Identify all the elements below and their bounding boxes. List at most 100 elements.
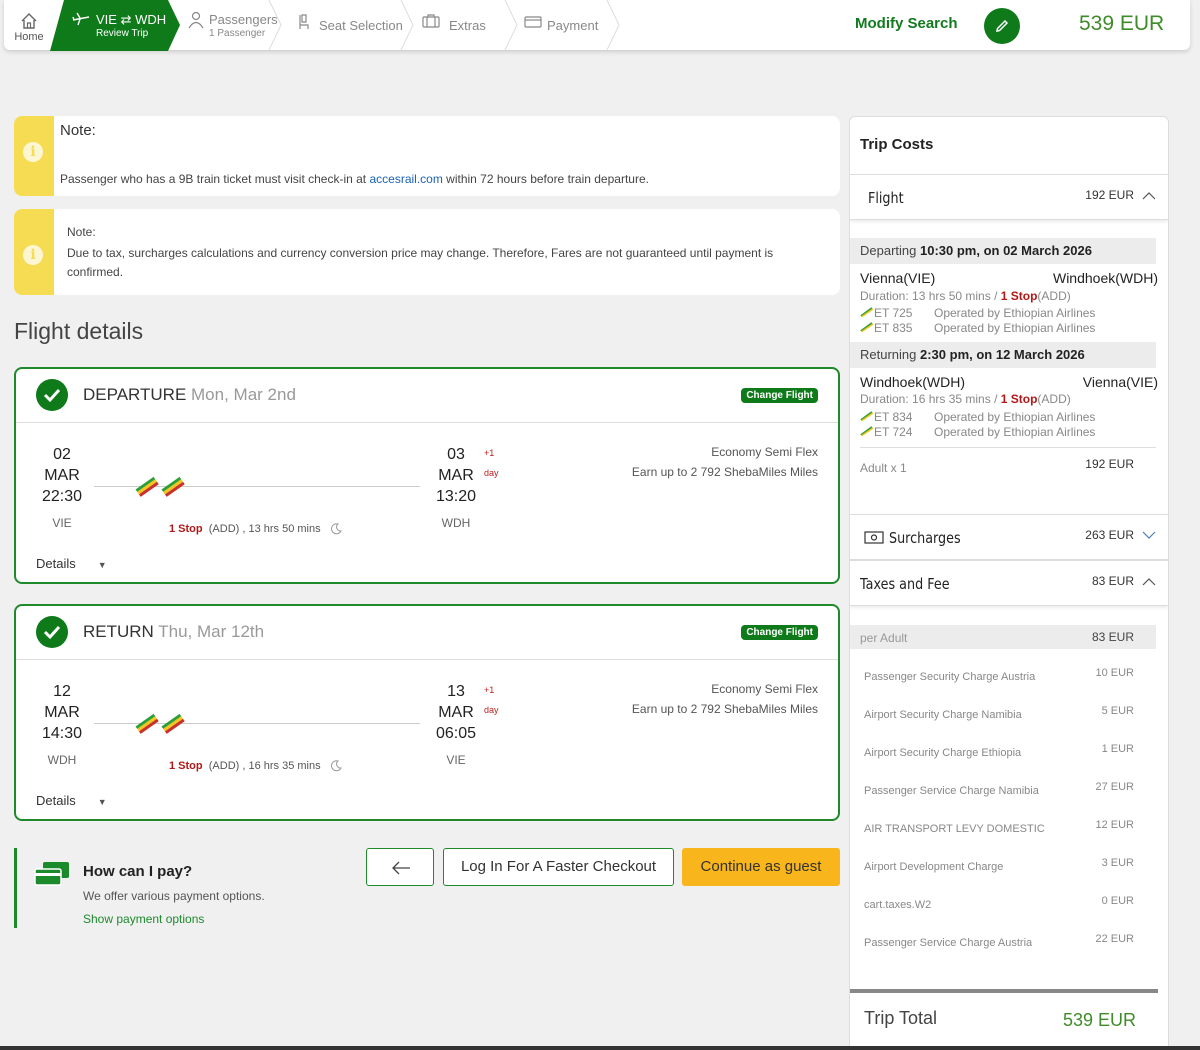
operator-row: ET 725 Operated by Ethiopian Airlines [860, 306, 1095, 321]
departing-row: Departing 10:30 pm, on 02 March 2026 [850, 238, 1156, 264]
return-flight-card: RETURN Thu, Mar 12th Change Flight 12 MA… [14, 604, 840, 821]
stop-count: 1 Stop [169, 522, 203, 535]
overnight-moon-icon [330, 523, 342, 535]
arr-day: 03 [447, 446, 465, 463]
back-button[interactable] [366, 848, 434, 886]
return-route: Windhoek(WDH) Vienna(VIE) [860, 374, 1158, 390]
tax-row: AIR TRANSPORT LEVY DOMESTIC 12 EUR [864, 819, 1134, 835]
returning-row: Returning 2:30 pm, on 12 March 2026 [850, 342, 1156, 368]
change-flight-button[interactable]: Change Flight [741, 388, 818, 403]
ret-from: Windhoek(WDH) [860, 374, 966, 390]
plus-days: +1 [484, 448, 495, 458]
chevron-down-icon [1142, 531, 1156, 539]
departure-time-block: 12 MAR 14:30 WDH [40, 681, 84, 771]
taxes-fee-section[interactable]: Taxes and Fee 83 EUR [850, 560, 1168, 606]
cash-icon [864, 531, 884, 544]
ret-stop: 1 Stop [1000, 392, 1038, 406]
trip-total-amount: 539 EUR [1063, 1010, 1137, 1030]
seat-icon [299, 14, 309, 29]
operator-row: ET 835 Operated by Ethiopian Airlines [860, 321, 1095, 336]
overnight-moon-icon [330, 760, 342, 772]
adult-count: Adult x 1 [860, 461, 907, 475]
direction-label: DEPARTURE [83, 385, 187, 404]
trip-costs-title: Trip Costs [860, 136, 934, 153]
tax-amount: 10 EUR [1095, 667, 1134, 679]
dep-airport-code: VIE [52, 516, 72, 530]
price-change-note: i Note: Due to tax, surcharges calculati… [14, 209, 840, 295]
step-seat-selection[interactable]: Seat Selection [296, 0, 414, 50]
arrival-time-block: 13 MAR 06:05 VIE [434, 681, 478, 771]
tax-amount: 27 EUR [1095, 781, 1134, 793]
ret-to: Vienna(VIE) [1082, 374, 1158, 390]
tax-row: Airport Security Charge Ethiopia 1 EUR [864, 743, 1134, 759]
show-payment-options-link[interactable]: Show payment options [83, 912, 204, 926]
departure-time-block: 02 MAR 22:30 VIE [40, 444, 84, 534]
surcharges-section[interactable]: Surcharges 263 EUR [850, 514, 1168, 560]
payment-subtitle: We offer various payment options. [83, 889, 265, 903]
modify-search-button[interactable] [984, 8, 1020, 44]
fare-class: Economy Semi Flex [711, 682, 818, 696]
arr-airport-code: WDH [441, 516, 471, 530]
step-passengers-sub: 1 Passenger [209, 28, 266, 39]
trip-total-label: Trip Total [864, 1008, 938, 1028]
tax-row: cart.taxes.W2 0 EUR [864, 895, 1134, 911]
modify-search-link[interactable]: Modify Search [855, 15, 958, 32]
flight-cost-section[interactable]: Flight 192 EUR [850, 174, 1168, 220]
card-header: RETURN Thu, Mar 12th Change Flight [16, 606, 838, 660]
note-body: Passenger who has a 9B train ticket must… [60, 172, 649, 186]
returning-when: 2:30 pm, on 12 March 2026 [920, 347, 1085, 362]
arr-time: 06:05 [435, 725, 477, 742]
arrival-time-block: 03 MAR 13:20 WDH [434, 444, 478, 534]
step-separator-icon [400, 0, 414, 50]
check-icon [36, 379, 68, 411]
operator-row: ET 834 Operated by Ethiopian Airlines [860, 410, 1095, 425]
details-label: Details [36, 556, 76, 571]
out-stop-suffix: (ADD) [1037, 289, 1071, 303]
change-flight-button[interactable]: Change Flight [741, 625, 818, 640]
flight-number: ET 725 [874, 306, 913, 320]
flight-details-toggle[interactable]: Details ▼ [36, 793, 107, 808]
departing-label: Departing [860, 243, 917, 258]
continue-as-guest-button[interactable]: Continue as guest [682, 848, 840, 886]
operator: Operated by Ethiopian Airlines [934, 425, 1096, 439]
step-extras[interactable]: Extras [420, 0, 520, 50]
note-body: Due to tax, surcharges calculations and … [67, 246, 774, 279]
tax-name: Airport Security Charge Namibia [864, 709, 1022, 721]
out-from: Vienna(VIE) [860, 270, 936, 286]
tax-amount: 5 EUR [1101, 705, 1134, 717]
step-payment-label: Payment [547, 18, 599, 33]
departing-when: 10:30 pm, on 02 March 2026 [920, 243, 1092, 258]
info-icon: i [23, 245, 43, 265]
step-payment[interactable]: Payment [522, 0, 622, 50]
trip-costs-panel: Trip Costs Flight 192 EUR Departing 10:3… [849, 116, 1169, 1050]
tax-name: Passenger Service Charge Austria [864, 937, 1033, 949]
taxes-label: Taxes and Fee [860, 575, 950, 593]
ret-duration: Duration: 16 hrs 35 mins / [860, 392, 1001, 406]
plus-days: +1 [484, 685, 495, 695]
stop-detail: (ADD) , 13 hrs 50 mins [208, 522, 321, 535]
home-button[interactable]: Home [4, 0, 54, 50]
flight-date: Thu, Mar 12th [158, 622, 265, 641]
stop-info: 1 Stop (ADD) , 16 hrs 35 mins [169, 759, 343, 773]
page-bottom-border [0, 1046, 1200, 1050]
flight-details-toggle[interactable]: Details ▼ [36, 556, 107, 571]
accesrail-link[interactable]: accesrail.com [369, 172, 442, 186]
tax-name: Airport Security Charge Ethiopia [864, 747, 1022, 759]
flight-number: ET 835 [874, 321, 913, 335]
tax-name: cart.taxes.W2 [864, 899, 932, 911]
flight-date: Mon, Mar 2nd [191, 385, 296, 404]
tax-name: Passenger Security Charge Austria [864, 671, 1036, 683]
step-sub: Review Trip [96, 28, 149, 39]
operator: Operated by Ethiopian Airlines [934, 410, 1096, 424]
step-passengers[interactable]: Passengers 1 Passenger [184, 0, 282, 50]
flight-number: ET 724 [874, 425, 913, 439]
step-review-trip[interactable]: VIE ⇄ WDH Review Trip [50, 0, 180, 51]
tax-name: AIR TRANSPORT LEVY DOMESTIC [864, 823, 1045, 835]
caret-down-icon: ▼ [97, 559, 107, 570]
arr-month: MAR [438, 467, 474, 484]
login-checkout-button[interactable]: Log In For A Faster Checkout [443, 848, 674, 886]
out-stop: 1 Stop [1000, 289, 1038, 303]
tax-amount: 12 EUR [1095, 819, 1134, 831]
fare-class: Economy Semi Flex [711, 445, 818, 459]
payment-options-box: How can I pay? We offer various payment … [14, 848, 354, 928]
